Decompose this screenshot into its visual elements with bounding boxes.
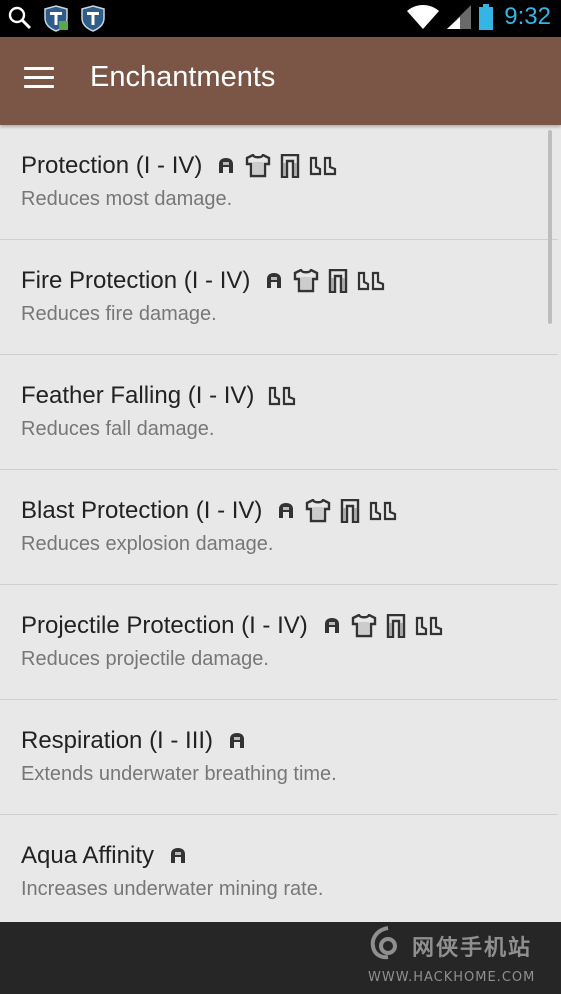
armor-icons [216, 154, 337, 178]
scrollbar[interactable] [548, 130, 552, 324]
list-item-description: Reduces most damage. [21, 188, 233, 210]
list-item-description: Reduces explosion damage. [21, 533, 274, 555]
leggings-icon [340, 499, 360, 523]
chestplate-icon [293, 269, 319, 293]
hamburger-menu-icon[interactable] [24, 67, 56, 93]
boots-icon [357, 271, 385, 291]
wifi-icon [407, 5, 440, 29]
armor-icons [276, 499, 397, 523]
list-item[interactable]: Respiration (I - III) Extends underwater … [0, 700, 558, 815]
list-item-title: Projectile Protection (I - IV) [21, 612, 308, 639]
list-item-title-row: Fire Protection (I - IV) [21, 267, 385, 295]
enchantment-list[interactable]: Protection (I - IV) Reduces most damage. F… [0, 125, 558, 922]
helmet-icon [264, 272, 284, 290]
list-item-description: Reduces projectile damage. [21, 648, 269, 670]
list-item-description: Reduces fire damage. [21, 303, 217, 325]
helmet-icon [276, 502, 296, 520]
list-item-title: Aqua Affinity [21, 842, 154, 869]
armor-icons [168, 847, 188, 865]
signal-icon [447, 5, 472, 29]
chestplate-icon [305, 499, 331, 523]
chestplate-icon [245, 154, 271, 178]
watermark-logo-icon [370, 926, 397, 960]
list-item-title: Blast Protection (I - IV) [21, 497, 263, 524]
leggings-icon [328, 269, 348, 293]
list-item-description: Increases underwater mining rate. [21, 878, 324, 900]
watermark-url: WWW.HACKHOME.COM [368, 970, 536, 985]
list-item-title-row: Blast Protection (I - IV) [21, 497, 397, 525]
list-item[interactable]: Feather Falling (I - IV) Reduces fall dam… [0, 355, 558, 470]
armor-icons [268, 386, 296, 406]
helmet-icon [227, 732, 247, 750]
shield-icon [81, 5, 105, 32]
search-icon [8, 6, 32, 30]
boots-icon [369, 501, 397, 521]
app-bar: Enchantments [0, 37, 561, 125]
chestplate-icon [351, 614, 377, 638]
list-item-title: Respiration (I - III) [21, 727, 214, 754]
list-item[interactable]: Fire Protection (I - IV) Reduces fire dam… [0, 240, 558, 355]
watermark-text: 网侠手机站 [412, 936, 533, 961]
shield-icon [44, 5, 68, 32]
list-item-title: Protection (I - IV) [21, 152, 203, 179]
status-time: 9:32 [504, 3, 551, 30]
helmet-icon [216, 157, 236, 175]
list-item-title: Feather Falling (I - IV) [21, 382, 255, 409]
armor-icons [227, 732, 247, 750]
status-left-icons [8, 4, 106, 32]
list-item-title-row: Respiration (I - III) [21, 727, 247, 755]
boots-icon [415, 616, 443, 636]
list-item[interactable]: Blast Protection (I - IV) Reduces explosi… [0, 470, 558, 585]
armor-icons [322, 614, 443, 638]
list-item[interactable]: Projectile Protection (I - IV) Reduces pr… [0, 585, 558, 700]
boots-icon [268, 386, 296, 406]
battery-icon [479, 4, 494, 30]
list-item-title-row: Projectile Protection (I - IV) [21, 612, 443, 640]
list-item[interactable]: Protection (I - IV) Reduces most damage. [0, 125, 558, 240]
leggings-icon [386, 614, 406, 638]
list-item-title-row: Aqua Affinity [21, 842, 188, 870]
page-title: Enchantments [90, 61, 276, 93]
list-item-title: Fire Protection (I - IV) [21, 267, 251, 294]
boots-icon [309, 156, 337, 176]
list-item-description: Reduces fall damage. [21, 418, 215, 440]
status-right-icons: 9:32 [406, 3, 551, 31]
status-bar: 9:32 [0, 0, 561, 37]
leggings-icon [280, 154, 300, 178]
list-item-title-row: Feather Falling (I - IV) [21, 382, 296, 410]
helmet-icon [168, 847, 188, 865]
list-item[interactable]: Aqua Affinity Increases underwater mining… [0, 815, 558, 922]
armor-icons [264, 269, 385, 293]
list-item-description: Extends underwater breathing time. [21, 763, 337, 785]
list-item-title-row: Protection (I - IV) [21, 152, 337, 180]
helmet-icon [322, 617, 342, 635]
